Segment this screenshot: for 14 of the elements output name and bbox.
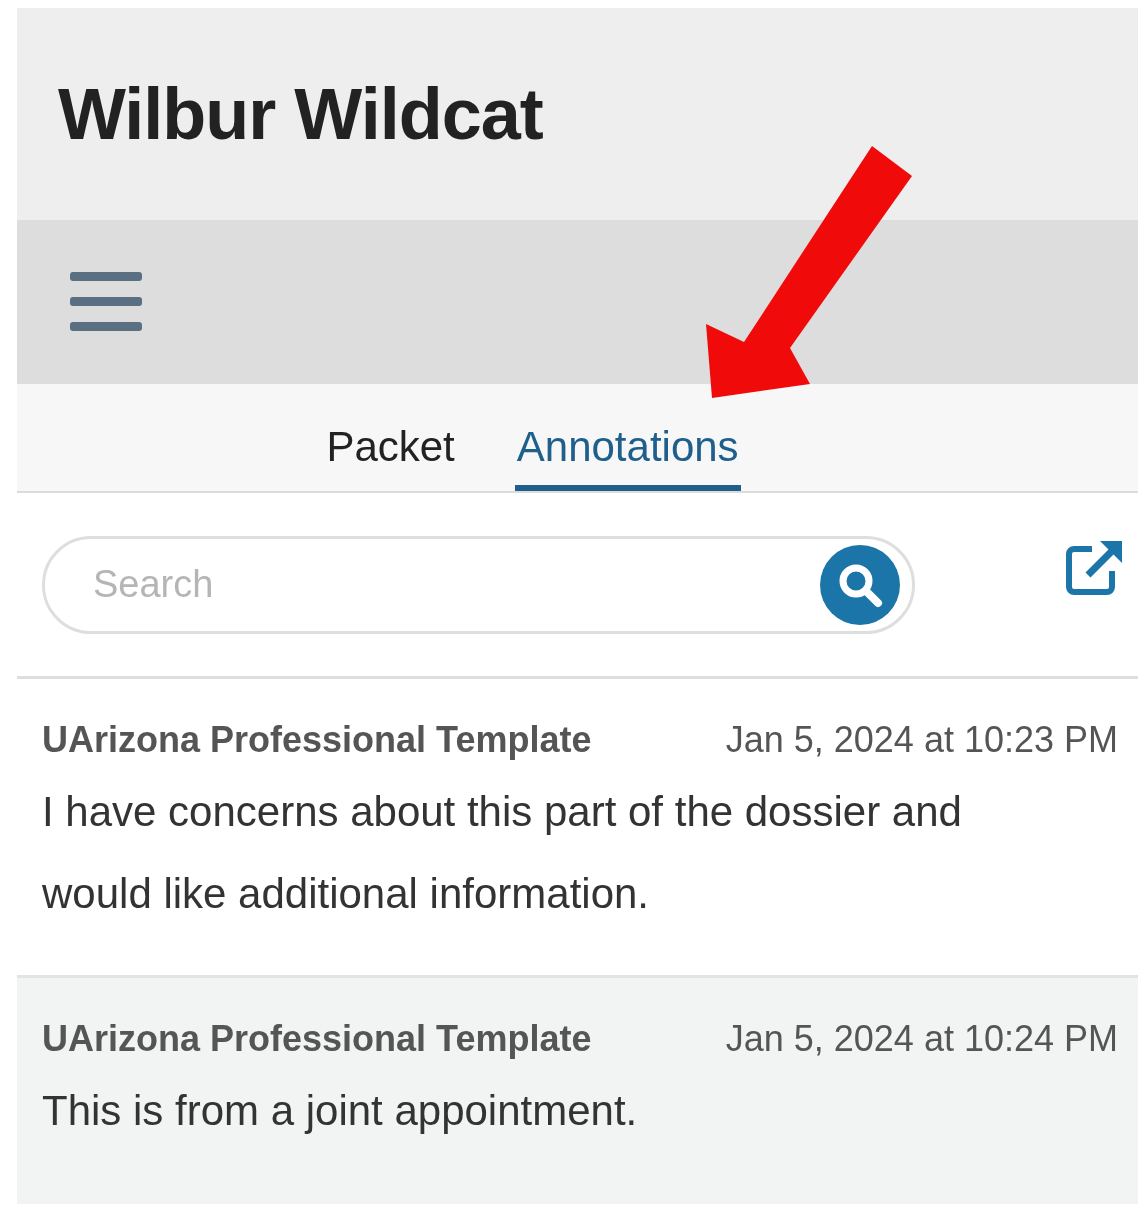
annotation-author: UArizona Professional Template <box>42 719 592 761</box>
annotation-text: This is from a joint appointment. <box>42 1086 639 1136</box>
page-title: Wilbur Wildcat <box>58 73 543 155</box>
tab[interactable]: Annotations <box>514 397 741 491</box>
annotation-text: I have concerns about this part of the dossier and would like additional information. <box>42 787 963 919</box>
search-bar[interactable]: Search <box>42 535 915 634</box>
annotation-date: Jan 5, 2024 at 10:24 PM <box>725 1018 1118 1060</box>
tab[interactable]: Packet <box>324 397 457 491</box>
menu-icon[interactable] <box>70 272 142 332</box>
annotation-author: UArizona Professional Template <box>42 1018 592 1060</box>
annotation-date: Jan 5, 2024 at 10:23 PM <box>725 719 1118 761</box>
search-button[interactable] <box>820 544 900 625</box>
annotation-item[interactable]: UArizona Professional Template Jan 5, 2024 at 10:24 PM This is from a joint appointment. <box>17 978 1138 1204</box>
search-field[interactable]: Search <box>91 562 820 607</box>
